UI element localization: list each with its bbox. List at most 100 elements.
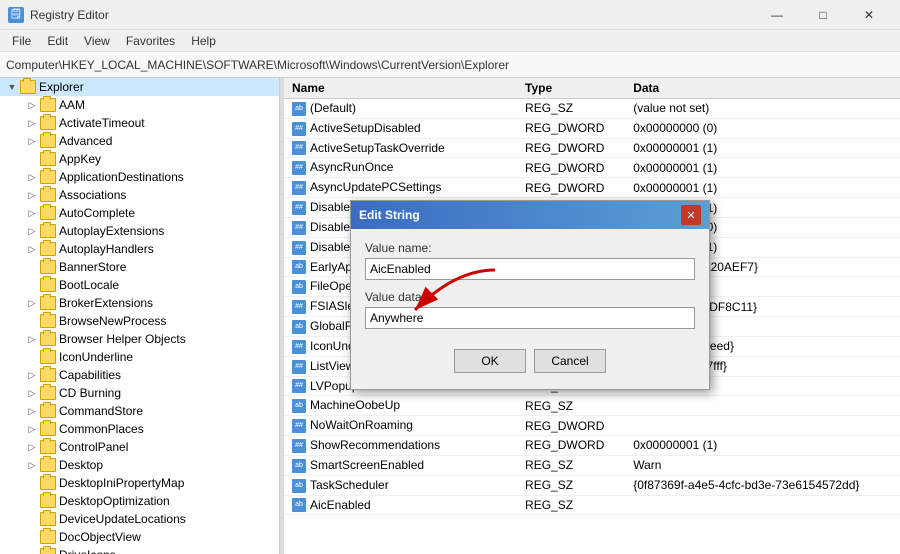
tree-label: DesktopOptimization (59, 494, 170, 508)
tree-toggle[interactable]: ▷ (24, 457, 40, 473)
table-row[interactable]: ##NoWaitOnRoamingREG_DWORD (284, 416, 900, 436)
tree-toggle (24, 493, 40, 509)
tree-item-activatetimeout[interactable]: ▷ ActivateTimeout (0, 114, 279, 132)
tree-label: AutoplayExtensions (59, 224, 164, 238)
tree-item-desktopopt[interactable]: DesktopOptimization (0, 492, 279, 510)
tree-item-commandstore[interactable]: ▷ CommandStore (0, 402, 279, 420)
folder-icon (40, 422, 56, 436)
tree-item-brokerext[interactable]: ▷ BrokerExtensions (0, 294, 279, 312)
tree-item-capabilities[interactable]: ▷ Capabilities (0, 366, 279, 384)
table-row[interactable]: abSmartScreenEnabledREG_SZWarn (284, 455, 900, 475)
table-row[interactable]: ##ShowRecommendationsREG_DWORD0x00000001… (284, 436, 900, 456)
maximize-button[interactable]: □ (800, 0, 846, 30)
tree-item-appkey[interactable]: AppKey (0, 150, 279, 168)
dialog-buttons: OK Cancel (365, 349, 695, 377)
tree-item-commonplaces[interactable]: ▷ CommonPlaces (0, 420, 279, 438)
value-data-input[interactable] (365, 307, 695, 329)
tree-item-driveicons[interactable]: DriveIcons (0, 546, 279, 554)
tree-toggle[interactable]: ▷ (24, 133, 40, 149)
table-row[interactable]: abAicEnabledREG_SZ (284, 495, 900, 515)
tree-item-explorer[interactable]: ▼ Explorer (0, 78, 279, 96)
minimize-button[interactable]: — (754, 0, 800, 30)
tree-item-advanced[interactable]: ▷ Advanced (0, 132, 279, 150)
table-row[interactable]: ##AsyncRunOnceREG_DWORD0x00000001 (1) (284, 158, 900, 178)
tree-toggle[interactable]: ▷ (24, 205, 40, 221)
tree-item-desktopini[interactable]: DesktopIniPropertyMap (0, 474, 279, 492)
folder-icon (20, 80, 36, 94)
tree-item-bannerstore[interactable]: BannerStore (0, 258, 279, 276)
tree-item-browsenewprocess[interactable]: BrowseNewProcess (0, 312, 279, 330)
tree-item-deviceupdate[interactable]: DeviceUpdateLocations (0, 510, 279, 528)
tree-item-autoplayhandlers[interactable]: ▷ AutoplayHandlers (0, 240, 279, 258)
value-name-input[interactable] (365, 258, 695, 280)
cell-name: ##NoWaitOnRoaming (284, 416, 517, 436)
reg-value-icon: ab (292, 320, 306, 334)
table-row[interactable]: ##ActiveSetupDisabledREG_DWORD0x00000000… (284, 118, 900, 138)
tree-item-assoc[interactable]: ▷ Associations (0, 186, 279, 204)
table-row[interactable]: abTaskSchedulerREG_SZ{0f87369f-a4e5-4cfc… (284, 475, 900, 495)
tree-toggle[interactable]: ▷ (24, 115, 40, 131)
tree-item-autocomplete[interactable]: ▷ AutoComplete (0, 204, 279, 222)
tree-label: CommandStore (59, 404, 143, 418)
tree-item-bootlocale[interactable]: BootLocale (0, 276, 279, 294)
table-row[interactable]: ab(Default)REG_SZ(value not set) (284, 99, 900, 119)
tree-toggle[interactable]: ▷ (24, 241, 40, 257)
tree-item-docobjectview[interactable]: DocObjectView (0, 528, 279, 546)
cell-data (625, 416, 900, 436)
menu-favorites[interactable]: Favorites (118, 32, 183, 50)
table-row[interactable]: ##ActiveSetupTaskOverrideREG_DWORD0x0000… (284, 138, 900, 158)
menu-edit[interactable]: Edit (39, 32, 76, 50)
reg-value-icon: ## (292, 379, 306, 393)
reg-value-icon: ## (292, 141, 306, 155)
tree-item-aam[interactable]: ▷ AAM (0, 96, 279, 114)
reg-value-icon: ## (292, 340, 306, 354)
tree-label: Browser Helper Objects (59, 332, 186, 346)
tree-toggle[interactable]: ▷ (24, 421, 40, 437)
dialog-title: Edit String (359, 208, 420, 222)
tree-item-iconunderline[interactable]: IconUnderline (0, 348, 279, 366)
tree-item-browserhelper[interactable]: ▷ Browser Helper Objects (0, 330, 279, 348)
folder-icon (40, 188, 56, 202)
tree-label: AutoComplete (59, 206, 135, 220)
tree-toggle[interactable]: ▷ (24, 223, 40, 239)
folder-icon (40, 530, 56, 544)
tree-toggle[interactable]: ▷ (24, 403, 40, 419)
tree-toggle[interactable]: ▷ (24, 331, 40, 347)
menu-view[interactable]: View (76, 32, 118, 50)
dialog-close-button[interactable]: ✕ (681, 205, 701, 225)
tree-label: ActivateTimeout (59, 116, 145, 130)
tree-toggle[interactable]: ▷ (24, 169, 40, 185)
folder-icon (40, 458, 56, 472)
tree-item-appdest[interactable]: ▷ ApplicationDestinations (0, 168, 279, 186)
reg-value-icon: ## (292, 122, 306, 136)
tree-toggle[interactable]: ▷ (24, 385, 40, 401)
menu-help[interactable]: Help (183, 32, 224, 50)
tree-label: BootLocale (59, 278, 119, 292)
table-row[interactable]: ##AsyncUpdatePCSettingsREG_DWORD0x000000… (284, 178, 900, 198)
ok-button[interactable]: OK (454, 349, 526, 373)
folder-icon (40, 116, 56, 130)
tree-item-controlpanel[interactable]: ▷ ControlPanel (0, 438, 279, 456)
close-button[interactable]: ✕ (846, 0, 892, 30)
table-row[interactable]: abMachineOobeUpREG_SZ (284, 396, 900, 416)
tree-toggle[interactable]: ▼ (4, 79, 20, 95)
tree-toggle[interactable]: ▷ (24, 97, 40, 113)
tree-item-desktop[interactable]: ▷ Desktop (0, 456, 279, 474)
tree-toggle[interactable]: ▷ (24, 187, 40, 203)
reg-value-icon: ab (292, 102, 306, 116)
tree-toggle[interactable]: ▷ (24, 439, 40, 455)
cell-type: REG_DWORD (517, 416, 625, 436)
cancel-button[interactable]: Cancel (534, 349, 606, 373)
tree-item-cdburning[interactable]: ▷ CD Burning (0, 384, 279, 402)
tree-toggle (24, 475, 40, 491)
cell-type: REG_SZ (517, 475, 625, 495)
menu-file[interactable]: File (4, 32, 39, 50)
reg-value-icon: ## (292, 300, 306, 314)
cell-type: REG_DWORD (517, 118, 625, 138)
tree-panel[interactable]: ▼ Explorer ▷ AAM ▷ ActivateTimeout ▷ Adv… (0, 78, 280, 554)
tree-item-autoplayext[interactable]: ▷ AutoplayExtensions (0, 222, 279, 240)
tree-toggle[interactable]: ▷ (24, 367, 40, 383)
folder-icon (40, 368, 56, 382)
tree-toggle[interactable]: ▷ (24, 295, 40, 311)
tree-toggle (24, 151, 40, 167)
